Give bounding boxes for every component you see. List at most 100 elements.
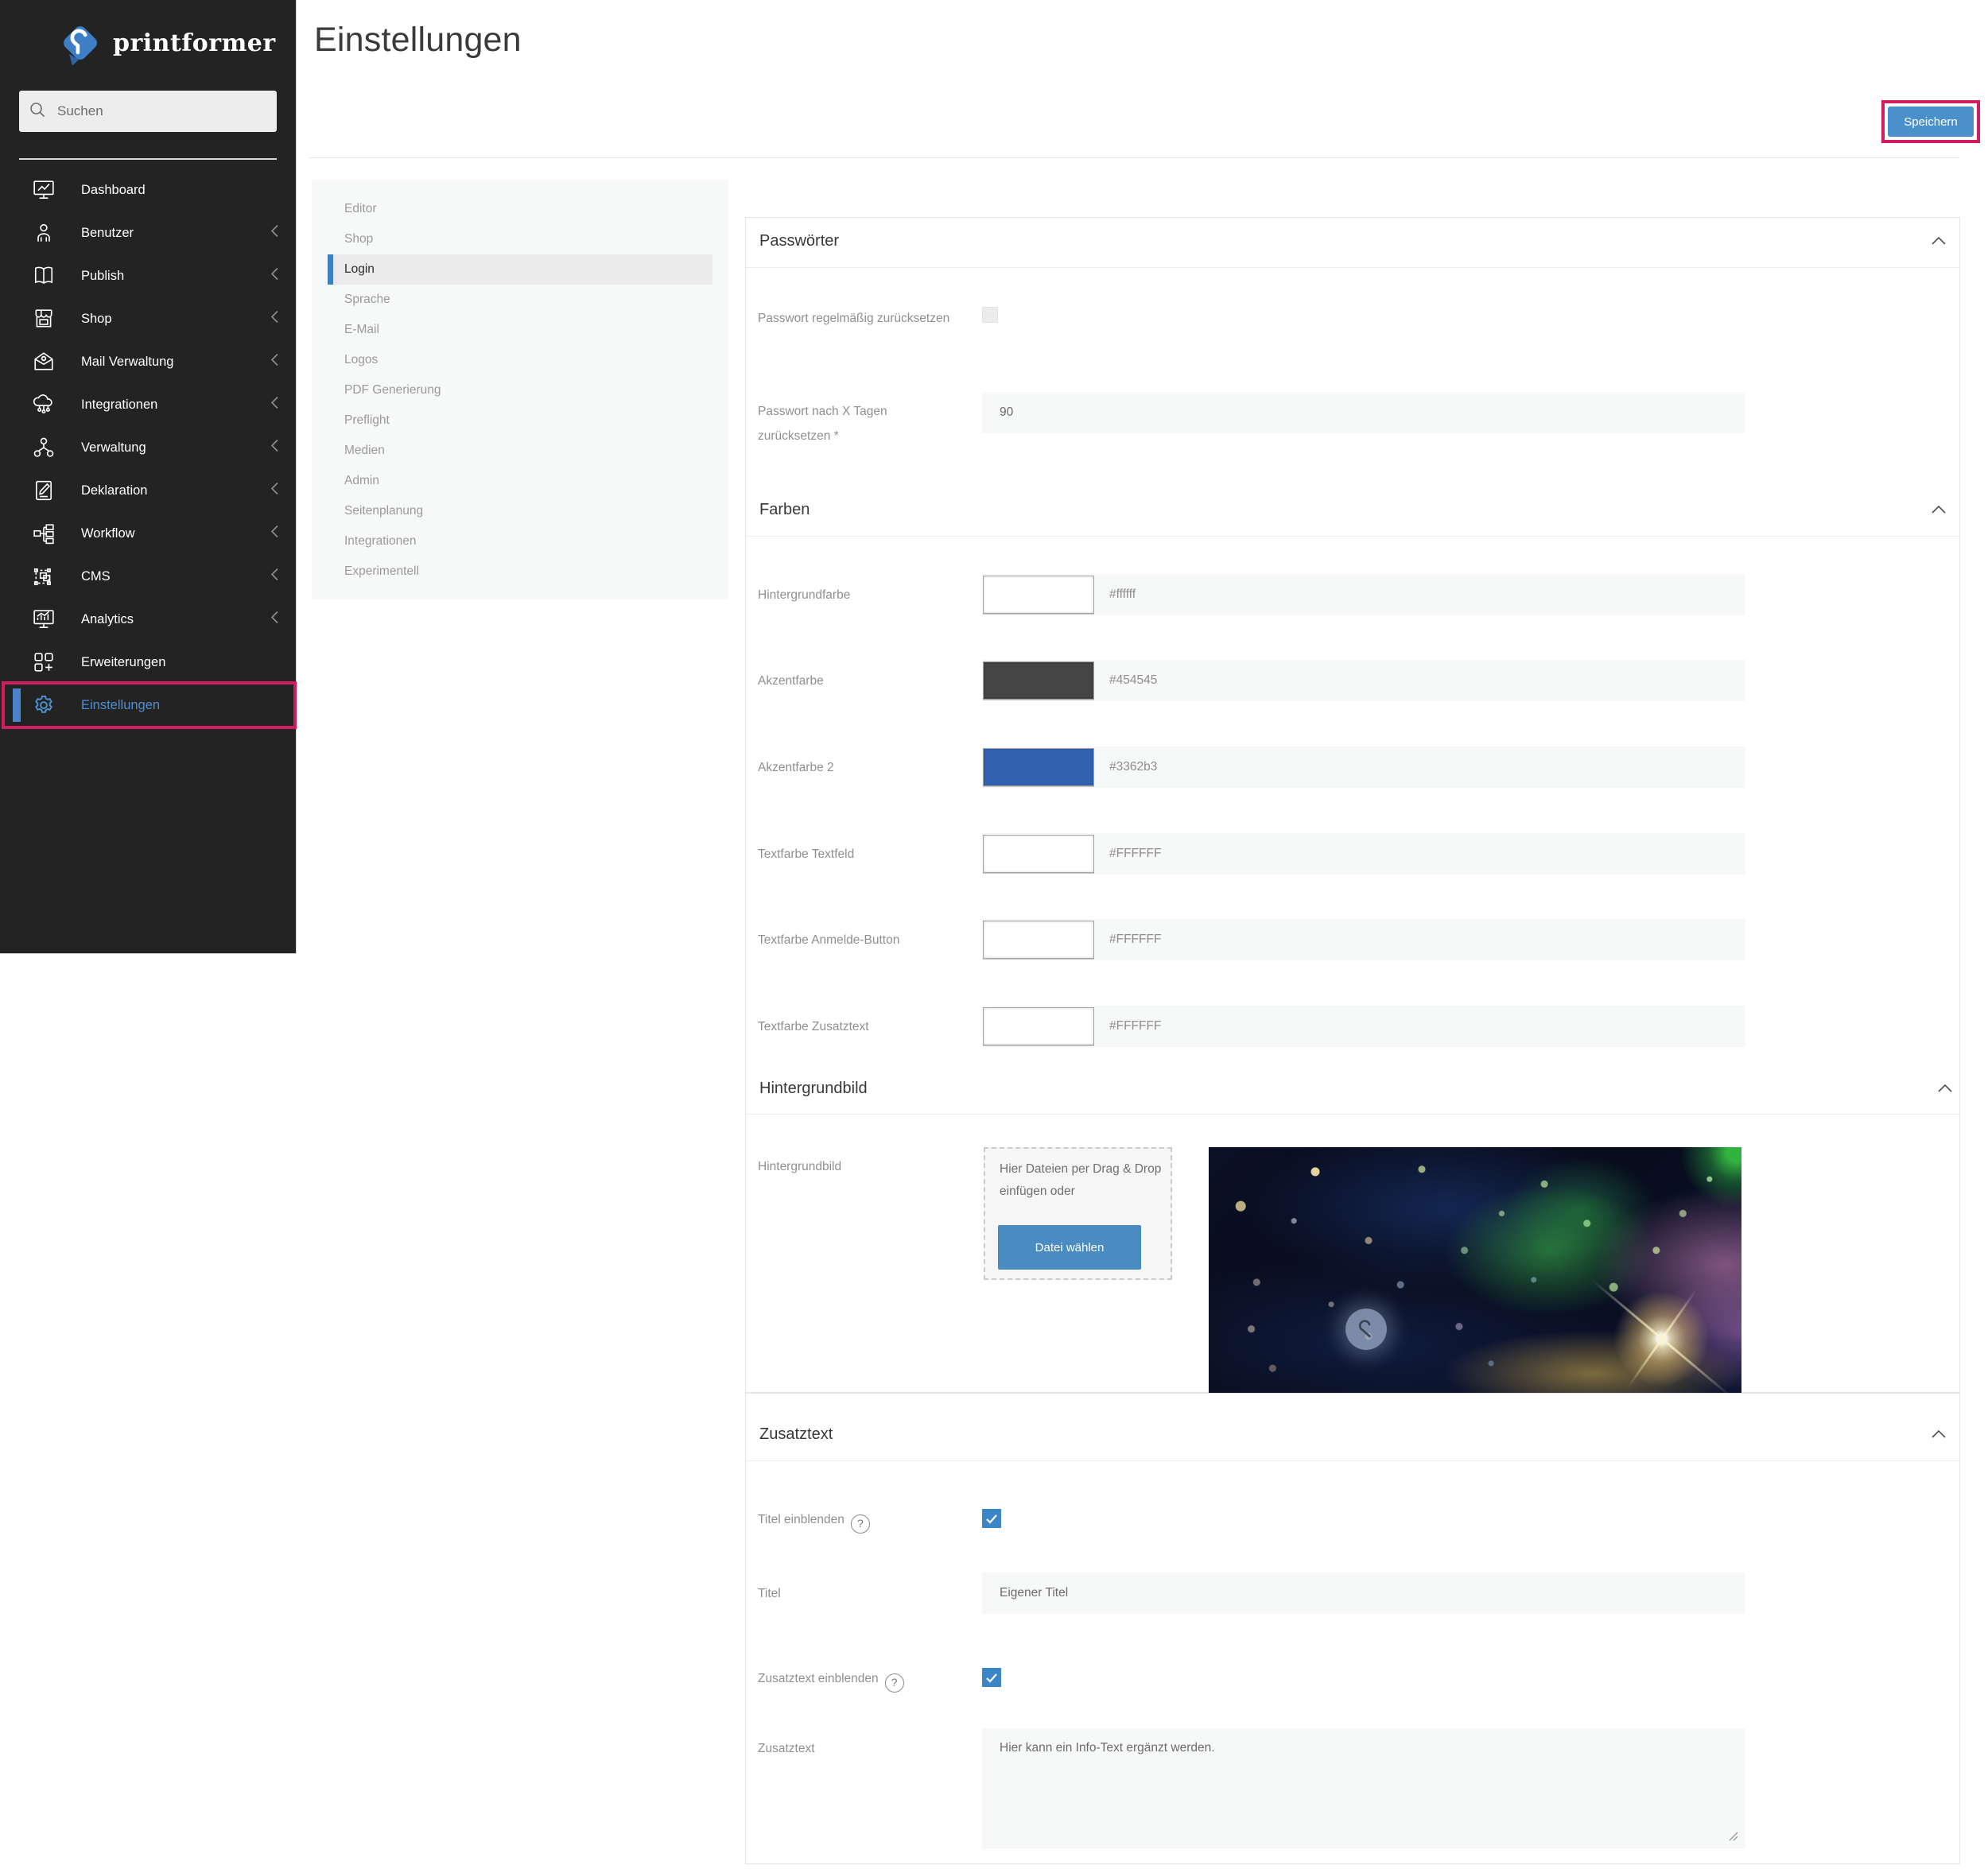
section-title-colors: Farben [759, 501, 810, 519]
logo[interactable]: printformer [0, 10, 297, 76]
color-hex-value: #FFFFFF [1109, 919, 1161, 960]
extra-text-color-field [982, 1006, 1745, 1047]
subnav-item-sprache[interactable]: Sprache [328, 285, 712, 315]
color-swatch[interactable] [983, 576, 1094, 614]
file-dropzone[interactable]: Hier Dateien per Drag & Drop einfügen od… [984, 1147, 1172, 1280]
cloud-integration-icon [32, 393, 56, 417]
color-hex-value: #FFFFFF [1109, 833, 1161, 874]
color-swatch[interactable] [983, 748, 1094, 786]
show-title-checkbox[interactable] [982, 1509, 1001, 1528]
subnav-item-admin[interactable]: Admin [328, 466, 712, 496]
chevron-left-icon [270, 353, 279, 371]
color-swatch[interactable] [983, 921, 1094, 959]
resize-handle-icon[interactable] [1727, 1830, 1738, 1845]
sidebar-item-einstellungen[interactable]: Einstellungen [0, 684, 297, 727]
sidebar-item-deklaration[interactable]: Deklaration [0, 469, 297, 512]
collapse-chevron-icon[interactable] [1931, 235, 1947, 250]
sidebar-item-label: Verwaltung [81, 440, 146, 456]
sidebar-divider [19, 158, 277, 160]
color-swatch[interactable] [983, 835, 1094, 873]
section-title-background: Hintergrundbild [759, 1080, 868, 1098]
subnav-item-shop[interactable]: Shop [328, 224, 712, 254]
sidebar-item-label: Workflow [81, 526, 135, 541]
subnav-item-experimentell[interactable]: Experimentell [328, 556, 712, 587]
book-icon [32, 264, 56, 288]
title-input[interactable] [982, 1572, 1745, 1614]
help-icon[interactable]: ? [885, 1673, 904, 1693]
show-extra-text-checkbox[interactable] [982, 1668, 1001, 1687]
field-label-title: Titel [758, 1572, 961, 1614]
chevron-left-icon [270, 396, 279, 414]
show-extra-text-label: Zusatztext einblenden [758, 1672, 879, 1685]
collapse-chevron-icon[interactable] [1931, 1429, 1947, 1443]
field-label-login-button-text-color: Textfarbe Anmelde-Button [758, 919, 961, 960]
chevron-left-icon [270, 439, 279, 457]
field-label-background-color: Hintergrundfarbe [758, 574, 961, 615]
subnav-item-medien[interactable]: Medien [328, 436, 712, 466]
sidebar-item-cms[interactable]: CMS [0, 555, 297, 598]
active-indicator [328, 254, 333, 285]
cms-icon [32, 564, 56, 588]
subnav-item-email[interactable]: E-Mail [328, 315, 712, 345]
header-divider [309, 157, 1960, 158]
sidebar-item-label: Benutzer [81, 226, 134, 241]
sidebar-item-benutzer[interactable]: Benutzer [0, 211, 297, 254]
help-icon[interactable]: ? [851, 1514, 870, 1534]
password-days-input[interactable] [982, 392, 1745, 433]
sidebar-item-publish[interactable]: Publish [0, 254, 297, 297]
subnav-item-seitenplanung[interactable]: Seitenplanung [328, 496, 712, 526]
sidebar-item-analytics[interactable]: Analytics [0, 598, 297, 641]
collapse-chevron-icon[interactable] [1937, 1083, 1953, 1097]
sidebar-item-dashboard[interactable]: Dashboard [0, 169, 297, 211]
search-input[interactable] [56, 103, 258, 120]
extensions-icon [32, 650, 56, 674]
sidebar-item-integrationen[interactable]: Integrationen [0, 383, 297, 426]
accent-color-field [982, 660, 1745, 701]
settings-page: printformer Dashboard Benutzer [0, 0, 1988, 1873]
sidebar-item-workflow[interactable]: Workflow [0, 512, 297, 555]
printformer-watermark-icon [1345, 1309, 1387, 1350]
gear-icon [32, 693, 56, 717]
chevron-left-icon [270, 611, 279, 629]
accent-color-2-field [982, 746, 1745, 788]
sidebar-item-label: Dashboard [81, 183, 146, 198]
sidebar-item-verwaltung[interactable]: Verwaltung [0, 426, 297, 469]
section-divider [746, 1114, 1959, 1115]
section-divider [746, 1460, 1959, 1461]
field-label-show-title: Titel einblenden? [758, 1507, 996, 1534]
printformer-logo-icon [56, 18, 105, 68]
save-button[interactable]: Speichern [1888, 107, 1974, 137]
sidebar-item-mail-verwaltung[interactable]: Mail Verwaltung [0, 340, 297, 383]
subnav-item-preflight[interactable]: Preflight [328, 405, 712, 436]
subnav-item-pdf-generierung[interactable]: PDF Generierung [328, 375, 712, 405]
sidebar-item-erweiterungen[interactable]: Erweiterungen [0, 641, 297, 684]
sidebar-item-shop[interactable]: Shop [0, 297, 297, 340]
subnav-item-editor[interactable]: Editor [328, 194, 712, 224]
textfield-text-color-field [982, 833, 1745, 874]
subnav-item-integrationen[interactable]: Integrationen [328, 526, 712, 556]
subnav-item-label: Login [344, 262, 375, 277]
field-label-accent-color: Akzentfarbe [758, 660, 961, 701]
password-reset-checkbox[interactable] [982, 307, 998, 323]
chevron-left-icon [270, 525, 279, 543]
color-swatch[interactable] [983, 661, 1094, 700]
collapse-chevron-icon[interactable] [1931, 504, 1947, 518]
sidebar-item-label: Deklaration [81, 483, 147, 498]
dropzone-text: Hier Dateien per Drag & Drop einfügen od… [1000, 1158, 1163, 1203]
section-divider [746, 536, 1959, 537]
subnav-item-login[interactable]: Login [328, 254, 712, 285]
background-image-preview [1209, 1147, 1741, 1393]
sidebar-nav: Dashboard Benutzer Publish [0, 169, 297, 727]
extra-text-textarea[interactable]: Hier kann ein Info-Text ergänzt werden. [982, 1728, 1745, 1848]
sidebar-item-label: Publish [81, 269, 124, 284]
sidebar-item-label: Integrationen [81, 397, 157, 413]
subnav-item-logos[interactable]: Logos [328, 345, 712, 375]
color-swatch[interactable] [983, 1007, 1094, 1045]
field-label-accent-color-2: Akzentfarbe 2 [758, 746, 961, 788]
color-hex-value: #ffffff [1109, 574, 1136, 615]
choose-file-button[interactable]: Datei wählen [998, 1225, 1141, 1270]
sidebar-search[interactable] [19, 91, 277, 132]
chevron-left-icon [270, 267, 279, 285]
workflow-icon [32, 522, 56, 545]
background-color-field [982, 574, 1745, 615]
